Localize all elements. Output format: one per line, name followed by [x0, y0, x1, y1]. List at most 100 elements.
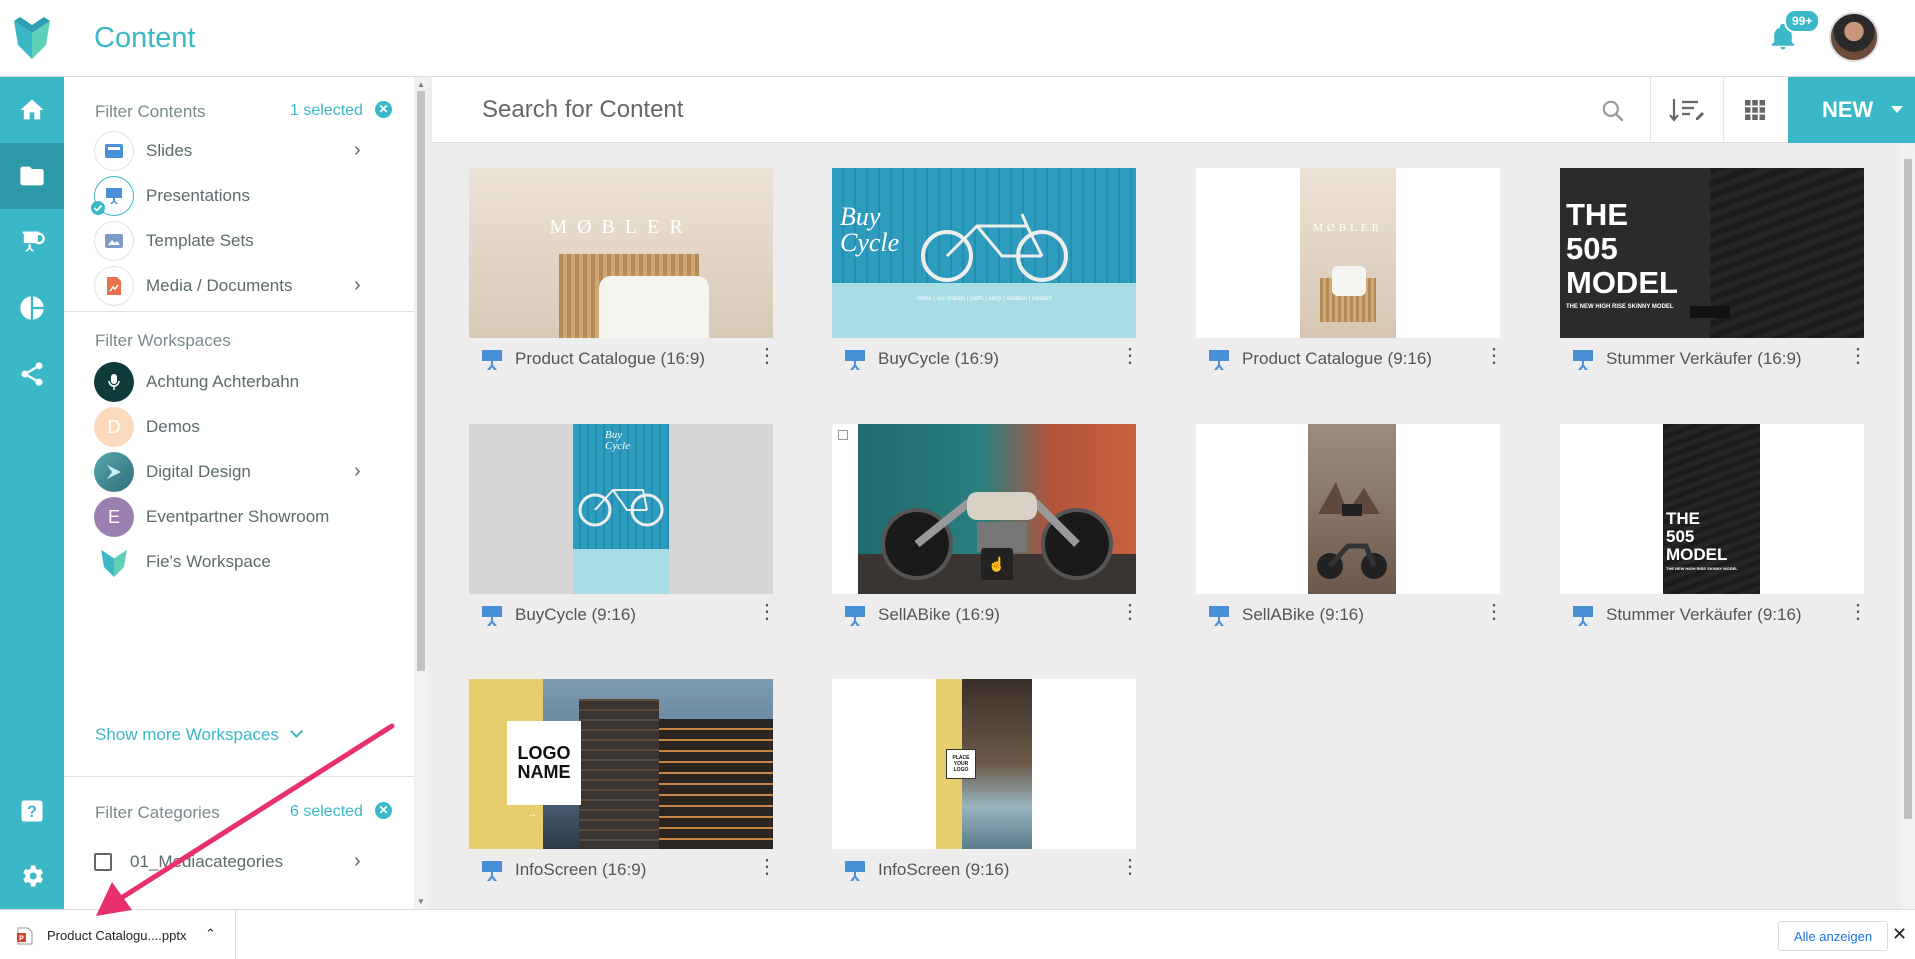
thumbnail-sellabike[interactable]: ☝	[832, 424, 1136, 594]
filter-item-presentations[interactable]: Presentations	[91, 176, 394, 216]
rail-home[interactable]	[0, 77, 64, 143]
chevron-right-icon[interactable]: ›	[354, 139, 361, 162]
pie-chart-icon	[20, 296, 44, 320]
filter-workspaces-title: Filter Workspaces	[95, 331, 231, 350]
thumbnail-sellabike-portrait[interactable]	[1196, 424, 1500, 594]
more-vert-icon[interactable]: ⋮	[757, 857, 777, 877]
content-card[interactable]: ☝ SellABike (16:9) ⋮	[832, 424, 1140, 644]
show-more-workspaces-link[interactable]: Show more Workspaces	[95, 725, 303, 745]
avatar[interactable]	[1829, 12, 1879, 62]
workspace-item-fies-workspace[interactable]: Fie's Workspace	[94, 542, 394, 582]
workspace-item-demos[interactable]: D Demos	[94, 407, 394, 447]
content-card[interactable]: LOGO NAME → InfoScreen (16:9) ⋮	[469, 679, 777, 899]
presentation-icon	[482, 606, 502, 626]
more-vert-icon[interactable]: ⋮	[757, 346, 777, 366]
clear-categories-icon[interactable]: ✕	[375, 802, 392, 819]
rail-presentations[interactable]	[0, 209, 64, 275]
category-item-mediacategories[interactable]: 01_Mediacategories ›	[94, 842, 394, 882]
thumbnail-infoscreen[interactable]: LOGO NAME →	[469, 679, 773, 849]
show-more-label: Show more Workspaces	[95, 725, 279, 744]
search-icon[interactable]	[1600, 98, 1626, 124]
presentation-icon	[20, 231, 45, 252]
presentation-icon	[1209, 606, 1229, 626]
more-vert-icon[interactable]: ⋮	[1120, 602, 1140, 622]
filter-item-label: Presentations	[146, 186, 250, 205]
presentation-icon	[482, 861, 502, 881]
content-card[interactable]: THE 505 MODEL THE NEW HIGH RISE SKINNY M…	[1560, 168, 1868, 388]
content-card[interactable]: SellABike (9:16) ⋮	[1196, 424, 1504, 644]
rail-help[interactable]: ?	[0, 778, 64, 844]
presentation-icon	[482, 350, 502, 370]
rail-content[interactable]	[0, 143, 64, 209]
categories-selected-count: 6 selected	[290, 803, 363, 820]
thumb-text: Buy Cycle	[840, 202, 900, 257]
more-vert-icon[interactable]: ⋮	[757, 602, 777, 622]
card-title: Product Catalogue (9:16)	[1242, 349, 1432, 368]
new-button[interactable]: NEW	[1788, 77, 1915, 143]
sort-button[interactable]	[1650, 77, 1724, 143]
content-scrollbar[interactable]	[1901, 145, 1915, 909]
filter-item-template-sets[interactable]: Template Sets	[94, 221, 394, 261]
download-item[interactable]: P Product Catalogu....pptx ⌃	[0, 910, 236, 959]
content-card[interactable]: MØBLER Product Catalogue (9:16) ⋮	[1196, 168, 1504, 388]
presentation-icon	[1209, 350, 1229, 370]
content-card[interactable]: Buy Cycle home | our brands | parts | st…	[832, 168, 1140, 388]
card-title: BuyCycle (16:9)	[878, 349, 999, 368]
microphone-icon	[94, 362, 134, 402]
more-vert-icon[interactable]: ⋮	[1120, 857, 1140, 877]
chevron-right-icon[interactable]: ›	[354, 274, 361, 297]
thumbnail-buycycle-portrait[interactable]: Buy Cycle	[469, 424, 773, 594]
filter-item-slides[interactable]: Slides ›	[94, 131, 394, 171]
rail-share[interactable]	[0, 341, 64, 407]
scroll-up-icon[interactable]: ▲	[417, 80, 425, 89]
powerpoint-file-icon: P	[17, 927, 33, 945]
thumb-text: MØBLER	[549, 216, 693, 238]
more-vert-icon[interactable]: ⋮	[1848, 602, 1868, 622]
thumbnail-product-catalogue-portrait[interactable]: MØBLER	[1196, 168, 1500, 338]
search-input[interactable]	[432, 77, 1647, 143]
content-card[interactable]: MØBLER Product Catalogue (16:9) ⋮	[469, 168, 777, 388]
thumb-text: THE 505 MODEL	[1566, 197, 1678, 300]
content-card[interactable]: Buy Cycle BuyCycle (9:16) ⋮	[469, 424, 777, 644]
thumbnail-buycycle[interactable]: Buy Cycle home | our brands | parts | st…	[832, 168, 1136, 338]
filter-item-media-documents[interactable]: Media / Documents ›	[94, 266, 394, 306]
chevron-right-icon[interactable]: ›	[354, 460, 361, 483]
grid-view-button[interactable]	[1724, 77, 1786, 143]
more-vert-icon[interactable]: ⋮	[1484, 602, 1504, 622]
page-title: Content	[94, 22, 196, 54]
workspace-item-digital-design[interactable]: Digital Design ›	[94, 452, 394, 492]
card-title: InfoScreen (9:16)	[878, 860, 1010, 879]
scrollbar-thumb[interactable]	[417, 91, 425, 671]
thumbnail-product-catalogue[interactable]: MØBLER	[469, 168, 773, 338]
scrollbar-thumb[interactable]	[1904, 159, 1912, 819]
more-vert-icon[interactable]: ⋮	[1848, 346, 1868, 366]
content-card[interactable]: PLACE YOUR LOGO InfoScreen (9:16) ⋮	[832, 679, 1140, 899]
more-vert-icon[interactable]: ⋮	[1120, 346, 1140, 366]
folder-icon	[20, 166, 44, 186]
filter-scrollbar[interactable]: ▲ ▼	[414, 77, 428, 909]
clear-contents-icon[interactable]: ✕	[375, 101, 392, 118]
left-rail: ?	[0, 77, 64, 909]
content-card[interactable]: THE 505 MODEL THE NEW HIGH RISE SKINNY M…	[1560, 424, 1868, 644]
show-all-downloads-button[interactable]: Alle anzeigen	[1778, 921, 1889, 951]
filter-item-label: Slides	[146, 141, 193, 160]
scroll-down-icon[interactable]: ▼	[417, 897, 425, 906]
check-circle-icon	[91, 201, 105, 215]
thumb-text: home | our brands | parts | story | loca…	[916, 296, 1052, 302]
chevron-up-icon[interactable]: ⌃	[205, 926, 216, 942]
rail-settings[interactable]	[0, 843, 64, 909]
filter-item-label: Media / Documents	[146, 276, 293, 295]
close-icon[interactable]: ✕	[1892, 924, 1907, 945]
workspace-item-eventpartner-showroom[interactable]: E Eventpartner Showroom	[94, 497, 394, 537]
workspace-item-achtung-achterbahn[interactable]: Achtung Achterbahn	[94, 362, 394, 402]
rail-analytics[interactable]	[0, 275, 64, 341]
card-title: SellABike (16:9)	[878, 605, 1000, 624]
more-vert-icon[interactable]: ⋮	[1484, 346, 1504, 366]
chevron-right-icon[interactable]: ›	[354, 850, 361, 873]
media-file-icon	[94, 266, 134, 306]
app-logo-icon[interactable]	[14, 17, 50, 59]
thumbnail-stummer-verkaeufer[interactable]: THE 505 MODEL THE NEW HIGH RISE SKINNY M…	[1560, 168, 1864, 338]
thumbnail-stummer-verkaeufer-portrait[interactable]: THE 505 MODEL THE NEW HIGH RISE SKINNY M…	[1560, 424, 1864, 594]
thumbnail-infoscreen-portrait[interactable]: PLACE YOUR LOGO	[832, 679, 1136, 849]
category-checkbox[interactable]	[94, 853, 112, 871]
